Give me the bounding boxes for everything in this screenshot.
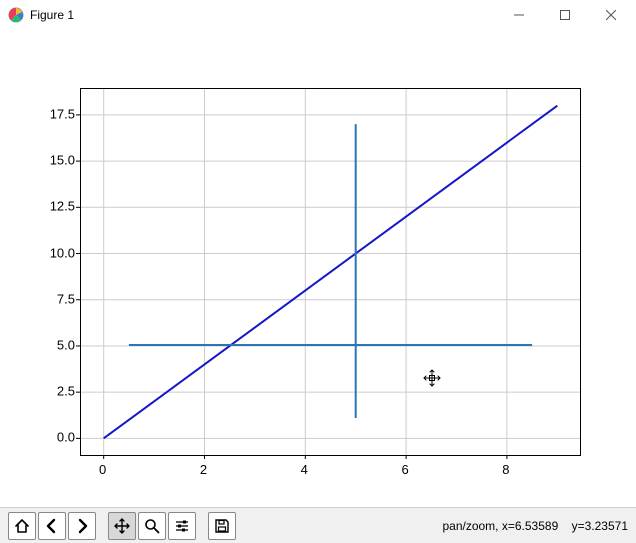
figure-canvas[interactable]: 0 2 4 6 8 0.0 2.5 5.0 7.5 10.0 12.5 15.0 17.5 — [0, 30, 636, 508]
y-tick-label: 7.5 — [35, 291, 75, 306]
configure-subplots-button[interactable] — [168, 512, 196, 540]
home-button[interactable] — [8, 512, 36, 540]
plot-svg — [81, 89, 580, 455]
status-mode: pan/zoom, — [442, 519, 501, 533]
y-tick-label: 5.0 — [35, 337, 75, 352]
status-y-value: 3.23571 — [585, 519, 628, 533]
status-sep — [558, 519, 571, 533]
back-button[interactable] — [38, 512, 66, 540]
status-y-label: y= — [572, 519, 585, 533]
window-title: Figure 1 — [30, 8, 74, 22]
x-tick-label: 4 — [301, 462, 308, 477]
x-tick-label: 0 — [99, 462, 106, 477]
matplotlib-icon — [8, 7, 24, 23]
maximize-button[interactable] — [542, 0, 588, 30]
status-x-value: 6.53589 — [515, 519, 558, 533]
x-tick-label: 8 — [502, 462, 509, 477]
y-tick-label: 10.0 — [35, 245, 75, 260]
x-tick-label: 2 — [200, 462, 207, 477]
y-tick-label: 17.5 — [35, 106, 75, 121]
save-button[interactable] — [208, 512, 236, 540]
zoom-button[interactable] — [138, 512, 166, 540]
forward-button[interactable] — [68, 512, 96, 540]
close-button[interactable] — [588, 0, 634, 30]
minimize-button[interactable] — [496, 0, 542, 30]
y-tick-label: 2.5 — [35, 384, 75, 399]
series-diagonal — [104, 106, 558, 439]
pan-button[interactable] — [108, 512, 136, 540]
coordinate-readout: pan/zoom, x=6.53589 y=3.23571 — [442, 519, 628, 533]
y-tick-label: 0.0 — [35, 430, 75, 445]
navigation-toolbar: pan/zoom, x=6.53589 y=3.23571 — [0, 507, 636, 543]
status-x-label: x= — [502, 519, 515, 533]
titlebar: Figure 1 — [0, 0, 636, 30]
y-tick-label: 12.5 — [35, 199, 75, 214]
x-tick-label: 6 — [401, 462, 408, 477]
axes — [80, 88, 581, 456]
y-tick-label: 15.0 — [35, 153, 75, 168]
